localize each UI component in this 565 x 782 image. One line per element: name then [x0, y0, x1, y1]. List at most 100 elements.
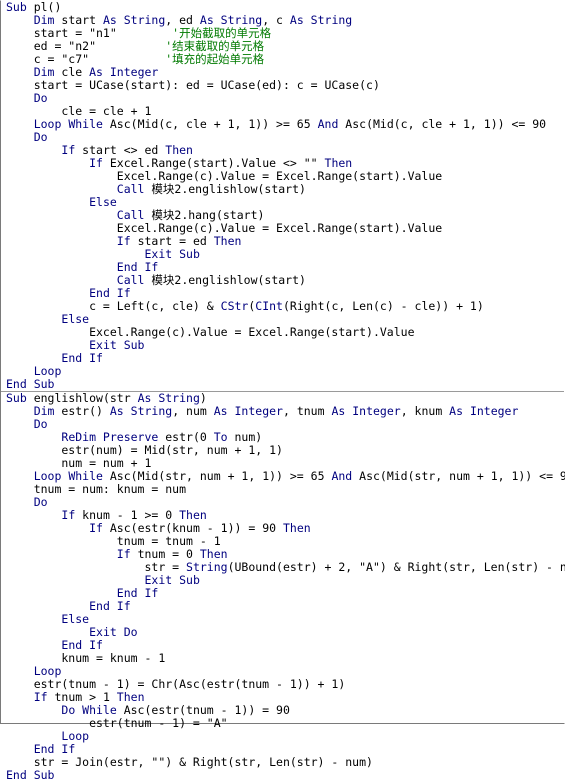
keyword-token: Dim — [33, 404, 62, 418]
code-line[interactable]: Loop — [1, 730, 564, 743]
keyword-token: End If — [61, 351, 103, 365]
code-token: knum = knum - 1 — [6, 651, 166, 665]
keyword-token: Then — [213, 234, 242, 248]
keyword-token: Then — [199, 547, 228, 561]
code-token: , knum — [400, 404, 450, 418]
code-token: start = ed — [137, 234, 214, 248]
code-token: Excel.Range(c).Value = Excel.Range(start… — [6, 169, 443, 183]
keyword-token: If — [116, 234, 138, 248]
keyword-token: ReDim Preserve — [61, 430, 166, 444]
code-line[interactable]: Dim estr() As String, num As Integer, tn… — [1, 405, 564, 418]
keyword-token: End If — [61, 638, 103, 652]
keyword-token: If — [61, 508, 83, 522]
keyword-token: As String — [137, 391, 200, 405]
keyword-token: If — [33, 690, 55, 704]
code-line[interactable]: End If — [1, 352, 564, 365]
keyword-token: If — [89, 156, 110, 170]
code-token: estr(num) = Mid(str, num + 1, 1) — [6, 443, 283, 457]
code-token: start <> ed — [82, 143, 166, 157]
code-line[interactable]: tnum = num: knum = num — [1, 483, 564, 496]
keyword-token: Then — [116, 690, 145, 704]
code-token: Asc(Mid(c, cle + 1, 1)) <= 90 — [345, 117, 547, 131]
code-token: str = — [6, 560, 187, 574]
keyword-token: Loop — [33, 664, 62, 678]
keyword-token: Else — [61, 612, 90, 626]
code-token: (Right(c, Len(c) - cle)) + 1) — [282, 299, 484, 313]
code-token: cle = cle + 1 — [6, 104, 152, 118]
keyword-token: Loop While — [33, 117, 110, 131]
comment-token: '开始截取的单元格 — [172, 26, 272, 40]
code-editor-window[interactable]: Sub pl() Dim start As String, ed As Stri… — [0, 0, 565, 782]
keyword-token: As String — [109, 404, 173, 418]
code-token: , c — [262, 13, 290, 27]
keyword-token: Exit Sub — [89, 338, 145, 352]
keyword-token: End If — [33, 742, 76, 756]
keyword-token: Do — [33, 417, 48, 431]
code-token: 模块2.hang(start) — [151, 208, 265, 222]
keyword-token: Do — [33, 91, 48, 105]
code-token: num) — [234, 430, 263, 444]
keyword-token: End Sub — [6, 768, 55, 782]
keyword-token: As Integer — [449, 404, 519, 418]
code-token: (UBound(estr) + 2, "A") & Right(str, Len… — [227, 560, 565, 574]
keyword-token: If — [89, 521, 110, 535]
keyword-token: Dim — [33, 65, 62, 79]
keyword-token: Then — [179, 508, 207, 522]
code-token: estr(0 — [165, 430, 214, 444]
keyword-token: Then — [165, 143, 193, 157]
keyword-token: Call — [116, 208, 152, 222]
keyword-token: End Sub — [6, 377, 55, 391]
code-token: ) — [199, 391, 207, 405]
keyword-token: If — [116, 547, 138, 561]
code-token: englishlow(str — [33, 391, 138, 405]
keyword-token: End If — [89, 286, 131, 300]
keyword-token: As String — [199, 13, 263, 27]
keyword-token: Do — [33, 495, 48, 509]
code-line[interactable]: knum = knum - 1 — [1, 652, 564, 665]
keyword-token: Exit Do — [89, 625, 138, 639]
code-token: estr(tnum - 1) = Chr(Asc(estr(tnum - 1))… — [6, 677, 346, 691]
code-line[interactable]: start = UCase(start): ed = UCase(ed): c … — [1, 79, 564, 92]
code-token: , ed — [165, 13, 200, 27]
code-line[interactable]: Loop — [1, 365, 564, 378]
comment-token: '填充的起始单元格 — [165, 52, 265, 66]
code-token: Asc(Mid(str, num + 1, 1)) <= 90 — [359, 469, 565, 483]
code-token: num = num + 1 — [6, 456, 152, 470]
keyword-token: And — [317, 117, 346, 131]
code-token: start = UCase(start): ed = UCase(ed): c … — [6, 78, 380, 92]
keyword-token: Loop While — [33, 469, 110, 483]
procedure-pl: Sub pl() Dim start As String, ed As Stri… — [1, 1, 564, 391]
code-token: estr() — [61, 404, 110, 418]
keyword-token: String — [186, 560, 228, 574]
code-token: str = Join(estr, "") & Right(str, Len(st… — [6, 755, 373, 769]
keyword-token: Call — [116, 182, 152, 196]
code-line[interactable]: str = Join(estr, "") & Right(str, Len(st… — [1, 756, 564, 769]
code-line[interactable]: End Sub — [1, 769, 564, 782]
code-line[interactable]: Loop While Asc(Mid(c, cle + 1, 1)) >= 65… — [1, 118, 564, 131]
keyword-token: Do — [33, 130, 48, 144]
code-token: pl() — [33, 0, 62, 14]
code-line[interactable]: End Sub — [1, 378, 564, 391]
keyword-token: CInt — [255, 299, 283, 313]
